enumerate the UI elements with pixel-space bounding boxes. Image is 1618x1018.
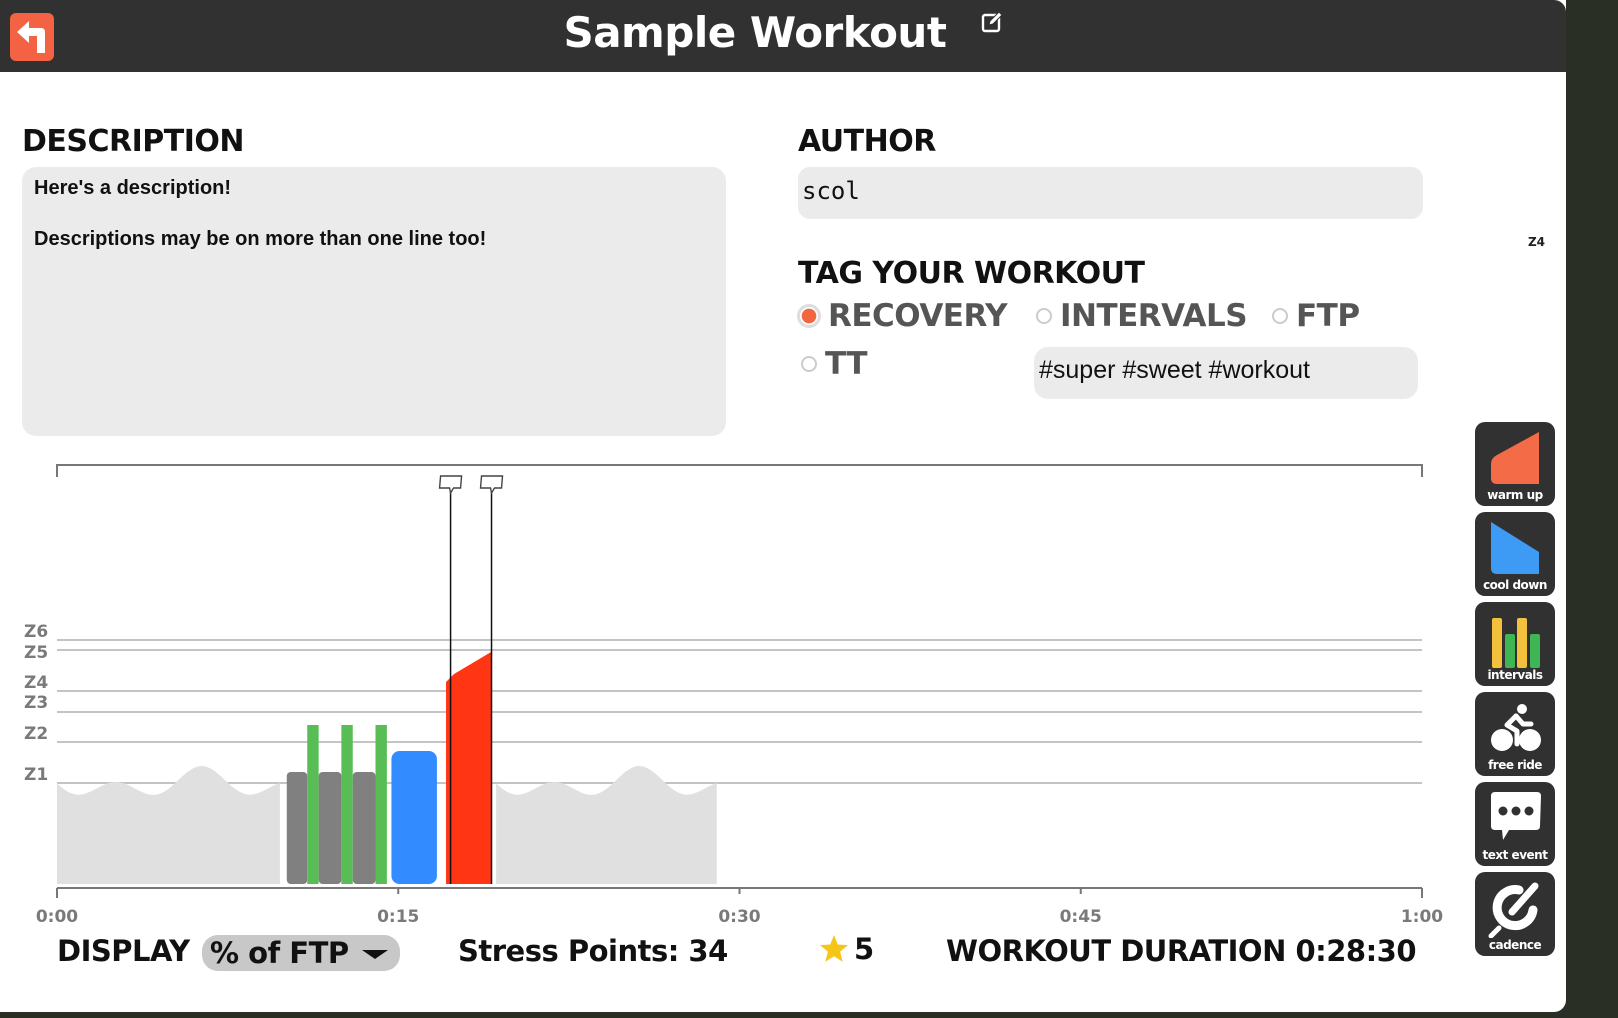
tool-label: free ride [1488, 758, 1542, 772]
radio-unselected-icon [801, 356, 817, 372]
zone-label: Z1 [1527, 95, 1545, 109]
workout-chart[interactable]: Z1 Z2 Z3 Z4 Z5 Z6 0:00 0:15 0:30 0:45 1:00 [0, 455, 1460, 935]
tool-label: text event [1482, 848, 1548, 862]
warm-up-icon [1491, 432, 1539, 484]
cyclist-icon [1491, 704, 1541, 751]
stress-points: Stress Points: 34 [458, 934, 728, 968]
zone-label: Z3 [1527, 173, 1545, 187]
tool-free-ride[interactable]: free ride [1475, 692, 1555, 776]
zone-block-z3[interactable]: Z3 [1475, 147, 1555, 189]
radio-selected-icon [797, 304, 821, 328]
tool-cadence[interactable]: cadence [1475, 872, 1555, 956]
tag-radio-intervals[interactable]: INTERVALS [1036, 298, 1248, 334]
segment-steady-z1[interactable] [286, 772, 308, 884]
description-line: Here's a description! [34, 177, 232, 199]
zone-axis-label: Z5 [24, 643, 48, 663]
segment-warm-up[interactable] [446, 651, 492, 884]
segment-steady-z1[interactable] [318, 772, 342, 884]
radio-unselected-icon [1272, 308, 1288, 324]
zone-axis-label: Z3 [24, 693, 48, 713]
description-textarea[interactable]: Here's a description! Descriptions may b… [22, 167, 726, 436]
zone-axis-label: Z2 [24, 724, 48, 744]
tag-label: FTP [1296, 298, 1360, 334]
hashtags-input[interactable]: #super #sweet #workout [1034, 347, 1418, 399]
chevron-down-icon [362, 950, 388, 959]
zone-label: Z5 [1527, 310, 1545, 324]
rating: 5 [818, 932, 874, 966]
title-bar: Sample Workout [0, 0, 1566, 72]
x-tick-label: 0:30 [718, 907, 760, 927]
text-event-bubble-icon[interactable] [438, 475, 463, 495]
workout-title-text: Sample Workout [563, 8, 947, 57]
workout-chart-svg[interactable]: Z1 Z2 Z3Z4 Z5Z6 0:00 0:15 0:30 0:45 1:00 [0, 455, 1460, 935]
segment-steady-z3[interactable] [375, 725, 387, 884]
radio-unselected-icon [1036, 308, 1052, 324]
footer-bar: DISPLAY % of FTP Stress Points: 34 5 WOR… [0, 930, 1460, 980]
tool-label: cadence [1488, 938, 1542, 952]
zone-axis-label: Z1 [24, 765, 48, 785]
segment-steady-z1[interactable] [352, 772, 376, 884]
x-tick-label: 0:00 [36, 907, 78, 927]
x-tick-label: 1:00 [1401, 907, 1443, 927]
tool-text-event[interactable]: text event [1475, 782, 1555, 866]
edit-pencil-icon[interactable] [981, 11, 1003, 33]
segment-steady-z2[interactable] [391, 751, 437, 884]
tag-heading: TAG YOUR WORKOUT [798, 256, 1145, 291]
cool-down-icon [1491, 522, 1539, 574]
display-label: DISPLAY [57, 934, 190, 968]
tool-label: intervals [1487, 668, 1543, 682]
zone-block-z5[interactable]: Z5 [1475, 257, 1555, 326]
zone-axis-label: Z4 [24, 673, 48, 693]
zone-label: Z2 [1527, 124, 1545, 138]
tag-radio-ftp[interactable]: FTP [1272, 298, 1360, 334]
tag-label: TT [825, 346, 868, 382]
description-heading: DESCRIPTION [22, 124, 245, 159]
workout-duration: WORKOUT DURATION 0:28:30 [946, 934, 1417, 968]
tag-label: RECOVERY [828, 298, 1008, 334]
author-heading: AUTHOR [798, 124, 936, 159]
zone-axis-label: Z6 [24, 622, 48, 642]
display-mode-dropdown[interactable]: % of FTP [202, 935, 400, 971]
star-icon [820, 935, 848, 962]
segment-steady-z3[interactable] [307, 725, 319, 884]
tag-label: INTERVALS [1060, 298, 1248, 334]
zone-block-z6[interactable]: Z6 [1475, 332, 1555, 416]
tag-radio-tt[interactable]: TT [801, 346, 868, 382]
text-event-bubble-icon[interactable] [479, 475, 504, 495]
x-tick-label: 0:15 [377, 907, 419, 927]
zone-label: Z4 [1527, 235, 1545, 249]
chart-top-border [56, 464, 1423, 477]
tool-cool-down[interactable]: cool down [1475, 512, 1555, 596]
display-mode-value: % of FTP [210, 936, 349, 970]
cadence-icon [1488, 882, 1539, 938]
tag-radio-recovery[interactable]: RECOVERY [797, 298, 1008, 334]
tool-warm-up[interactable]: warm up [1475, 422, 1555, 506]
zone-block-z1[interactable]: Z1 [1475, 95, 1555, 109]
zone-label: Z6 [1527, 400, 1545, 414]
author-input[interactable]: scol [798, 167, 1423, 219]
intervals-icon [1492, 618, 1540, 668]
rating-value: 5 [854, 932, 875, 966]
zone-block-z2[interactable]: Z2 [1475, 113, 1555, 140]
tool-intervals[interactable]: intervals [1475, 602, 1555, 686]
speech-bubble-icon [1491, 792, 1541, 840]
tool-label: warm up [1487, 488, 1543, 502]
description-line: Descriptions may be on more than one lin… [34, 228, 487, 250]
segment-steady-z3[interactable] [341, 725, 353, 884]
x-tick-label: 0:45 [1060, 907, 1102, 927]
zone-block-z4[interactable]: Z4 [1475, 195, 1555, 251]
workout-title: Sample Workout [0, 8, 1566, 57]
tool-label: cool down [1483, 578, 1547, 592]
workout-editor-window: Sample Workout DESCRIPTION Here's a desc… [0, 0, 1566, 1012]
